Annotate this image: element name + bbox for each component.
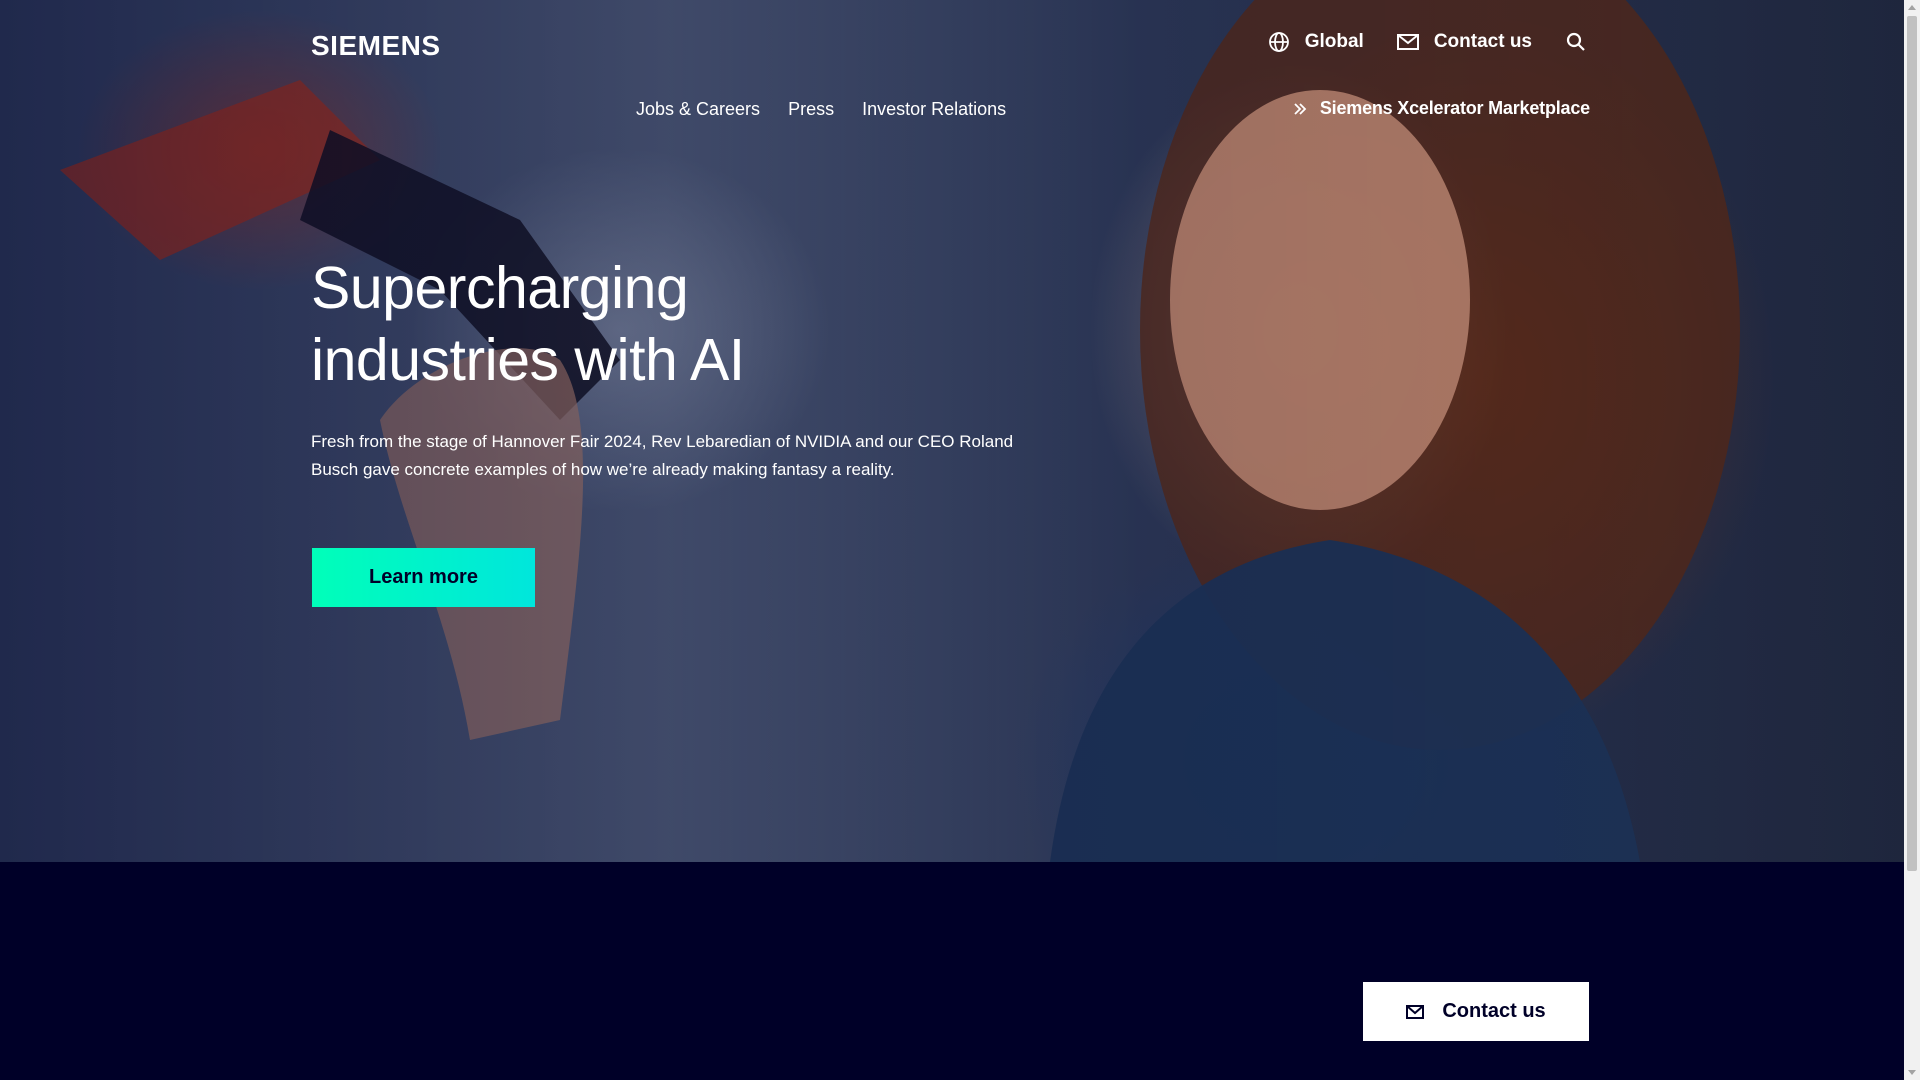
global-selector[interactable]: Global bbox=[1267, 30, 1364, 54]
scroll-thumb[interactable] bbox=[1907, 16, 1917, 871]
scroll-up-arrow-icon[interactable] bbox=[1908, 5, 1916, 10]
globe-icon bbox=[1268, 32, 1289, 52]
double-chevron-right-icon bbox=[1294, 102, 1307, 115]
hero-headline: Supercharging industries with AI bbox=[311, 255, 745, 393]
contact-label: Contact us bbox=[1433, 31, 1532, 52]
contact-link[interactable]: Contact us bbox=[1396, 30, 1532, 54]
mail-icon bbox=[1396, 34, 1419, 50]
nav-item-press[interactable]: Press bbox=[788, 99, 834, 120]
learn-more-button[interactable]: Learn more bbox=[312, 548, 535, 607]
global-label: Global bbox=[1304, 31, 1364, 52]
main-nav: Jobs & Careers Press Investor Relations bbox=[636, 99, 1006, 120]
scroll-down-arrow-icon[interactable] bbox=[1908, 1070, 1916, 1075]
mail-icon bbox=[1406, 1004, 1425, 1019]
page: SIEMENS Global Contact us Jobs & Careers… bbox=[0, 0, 1904, 1080]
contact-us-label: Contact us bbox=[1442, 1000, 1546, 1022]
marketplace-label: Siemens Xcelerator Marketplace bbox=[1319, 98, 1590, 118]
hero-section: SIEMENS Global Contact us Jobs & Careers… bbox=[0, 0, 1904, 862]
siemens-logo[interactable]: SIEMENS bbox=[311, 30, 441, 62]
nav-item-investor-relations[interactable]: Investor Relations bbox=[862, 99, 1006, 120]
search-icon[interactable] bbox=[1564, 30, 1588, 54]
contact-us-button[interactable]: Contact us bbox=[1363, 982, 1589, 1041]
utility-nav: Global Contact us bbox=[1267, 30, 1588, 54]
contact-band bbox=[0, 862, 1904, 1080]
hero-subtext: Fresh from the stage of Hannover Fair 20… bbox=[311, 432, 1014, 479]
marketplace-link[interactable]: Siemens Xcelerator Marketplace bbox=[1292, 98, 1590, 119]
nav-item-jobs-careers[interactable]: Jobs & Careers bbox=[636, 99, 760, 120]
scrollbar[interactable] bbox=[1904, 0, 1920, 1080]
